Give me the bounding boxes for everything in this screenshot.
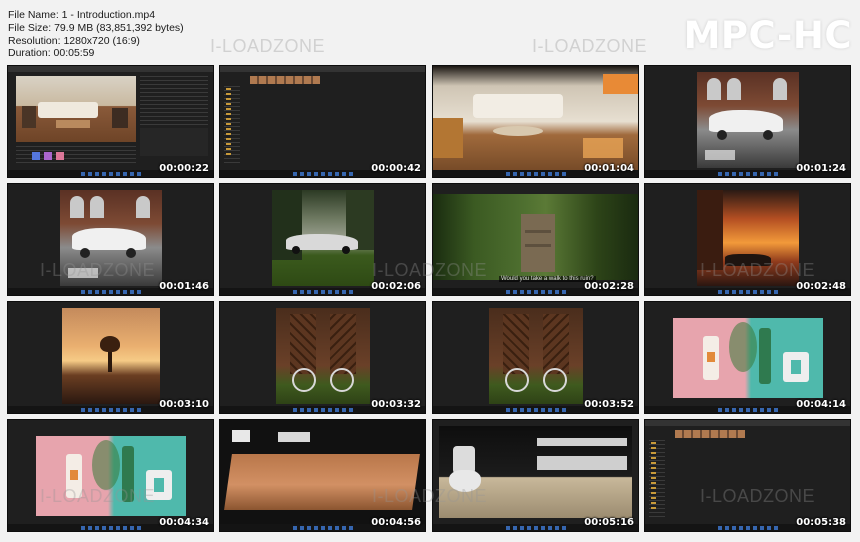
timestamp: 00:01:24	[796, 163, 846, 174]
timestamp: 00:04:56	[371, 517, 421, 528]
timestamp: 00:00:42	[371, 163, 421, 174]
video-thumbnail: 00:05:38	[645, 420, 850, 531]
video-thumbnail: 00:04:56	[220, 420, 425, 531]
video-thumbnail: 00:04:34	[8, 420, 213, 531]
video-thumbnail: 00:03:32	[220, 302, 425, 413]
timestamp: 00:02:48	[796, 281, 846, 292]
timestamp: 00:02:06	[371, 281, 421, 292]
timestamp: 00:02:28	[584, 281, 634, 292]
video-thumbnail: 00:03:52	[433, 302, 638, 413]
timestamp: 00:01:04	[584, 163, 634, 174]
timestamp: 00:00:22	[159, 163, 209, 174]
video-thumbnail: Would you take a walk to this ruin? 00:02…	[433, 184, 638, 295]
video-thumbnail: 00:01:04	[433, 66, 638, 177]
timestamp: 00:01:46	[159, 281, 209, 292]
video-thumbnail: 00:01:24	[645, 66, 850, 177]
video-thumbnail: 00:01:46	[8, 184, 213, 295]
video-thumbnail: 00:05:16	[433, 420, 638, 531]
video-thumbnail: 00:04:14	[645, 302, 850, 413]
timestamp: 00:03:32	[371, 399, 421, 410]
timestamp: 00:03:52	[584, 399, 634, 410]
timestamp: 00:03:10	[159, 399, 209, 410]
thumbnail-grid: 00:00:22 00:00:42 00:01:04 00:01:24 00:0…	[0, 0, 860, 542]
video-thumbnail: 00:03:10	[8, 302, 213, 413]
video-thumbnail: 00:02:48	[645, 184, 850, 295]
video-caption: Would you take a walk to this ruin?	[499, 276, 596, 282]
video-thumbnail: 00:02:06	[220, 184, 425, 295]
video-thumbnail: 00:00:22	[8, 66, 213, 177]
timestamp: 00:04:14	[796, 399, 846, 410]
video-thumbnail: 00:00:42	[220, 66, 425, 177]
timestamp: 00:04:34	[159, 517, 209, 528]
timestamp: 00:05:16	[584, 517, 634, 528]
timestamp: 00:05:38	[796, 517, 846, 528]
